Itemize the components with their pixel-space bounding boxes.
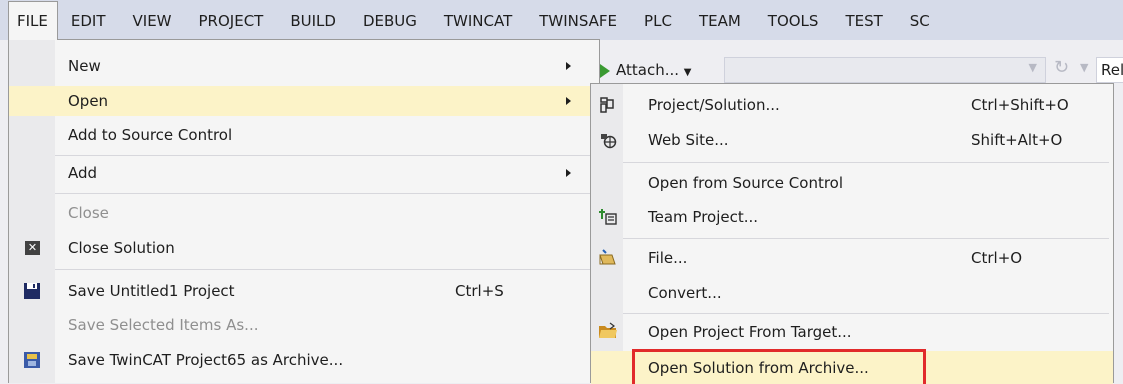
- menu-item-open[interactable]: Open: [9, 86, 599, 116]
- menu-item-label: Save TwinCAT Project65 as Archive...: [68, 351, 344, 369]
- chevron-down-icon[interactable]: ▼: [1080, 61, 1088, 74]
- menu-tools[interactable]: TOOLS: [755, 2, 833, 40]
- folder-open-icon: [598, 322, 618, 344]
- menu-item-label: Team Project...: [648, 208, 759, 226]
- menu-item-add[interactable]: Add: [9, 158, 599, 188]
- menu-separator: [55, 155, 593, 156]
- menu-item-label: Add to Source Control: [68, 126, 233, 144]
- menu-item-close-solution[interactable]: ✕ Close Solution: [9, 233, 599, 263]
- submenu-arrow-icon: [566, 169, 571, 177]
- menu-item-shortcut: Ctrl+O: [971, 249, 1023, 267]
- menu-item-add-to-source-control[interactable]: Add to Source Control: [9, 120, 599, 150]
- menu-separator: [623, 313, 1109, 314]
- attach-button[interactable]: Attach... ▼: [616, 57, 692, 83]
- menu-item-label: New: [68, 57, 101, 75]
- menu-item-close[interactable]: Close: [9, 198, 599, 228]
- menu-item-label: Add: [68, 164, 98, 182]
- menu-item-label: Close Solution: [68, 239, 175, 257]
- menu-separator: [623, 162, 1109, 163]
- menu-twincat[interactable]: TWINCAT: [431, 2, 526, 40]
- project-solution-icon: [599, 96, 615, 118]
- menu-item-open-project-from-target[interactable]: Open Project From Target...: [591, 316, 1113, 348]
- menu-sc[interactable]: SC: [897, 2, 944, 40]
- menu-separator: [55, 193, 593, 194]
- close-solution-icon: ✕: [25, 241, 40, 255]
- menu-item-label: Open: [68, 92, 109, 110]
- menu-separator: [623, 238, 1109, 239]
- menu-item-new[interactable]: New: [9, 51, 599, 81]
- menu-item-shortcut: Ctrl+S: [455, 282, 504, 300]
- chevron-down-icon: ▼: [683, 67, 692, 78]
- save-icon: [24, 283, 40, 303]
- team-project-icon: [599, 208, 617, 230]
- submenu-arrow-icon: [566, 97, 571, 105]
- menu-team[interactable]: TEAM: [686, 2, 755, 40]
- attach-label: Attach...: [616, 61, 680, 79]
- menu-item-save-selected-as[interactable]: Save Selected Items As...: [9, 310, 599, 340]
- file-menu: New Open Add to Source Control Add Close…: [8, 39, 600, 383]
- menu-item-label: Project/Solution...: [648, 96, 780, 114]
- target-combo[interactable]: ▼: [724, 57, 1046, 83]
- menu-test[interactable]: TEST: [832, 2, 896, 40]
- menu-item-label: Convert...: [648, 284, 722, 302]
- menu-debug[interactable]: DEBUG: [350, 2, 431, 40]
- menu-item-label: Web Site...: [648, 131, 729, 149]
- refresh-icon[interactable]: ↻: [1054, 57, 1069, 78]
- menu-twinsafe[interactable]: TWINSAFE: [526, 2, 631, 40]
- menu-item-web-site[interactable]: Web Site... Shift+Alt+O: [591, 124, 1113, 156]
- menu-item-shortcut: Shift+Alt+O: [971, 131, 1063, 149]
- menu-item-save-as-archive[interactable]: Save TwinCAT Project65 as Archive...: [9, 345, 599, 375]
- web-site-icon: [599, 131, 617, 153]
- menu-item-label: Open Project From Target...: [648, 323, 852, 341]
- menu-bar: FILE EDIT VIEW PROJECT BUILD DEBUG TWINC…: [0, 0, 1123, 40]
- menu-edit[interactable]: EDIT: [58, 2, 120, 40]
- menu-item-open-from-source-control[interactable]: Open from Source Control: [591, 167, 1113, 199]
- menu-item-label: Save Selected Items As...: [68, 316, 259, 334]
- menu-item-label: Open from Source Control: [648, 174, 844, 192]
- configuration-select[interactable]: Release: [1096, 57, 1123, 83]
- file-open-icon: [599, 249, 617, 271]
- menu-file[interactable]: FILE: [8, 1, 58, 40]
- menu-view[interactable]: VIEW: [120, 2, 186, 40]
- menu-item-convert[interactable]: Convert...: [591, 277, 1113, 309]
- menu-item-file[interactable]: File... Ctrl+O: [591, 242, 1113, 274]
- submenu-arrow-icon: [566, 62, 571, 70]
- open-submenu: Project/Solution... Ctrl+Shift+O Web Sit…: [590, 83, 1114, 384]
- menu-item-label: File...: [648, 249, 688, 267]
- archive-save-icon: [23, 351, 41, 373]
- menu-item-save-project[interactable]: Save Untitled1 Project Ctrl+S: [9, 276, 599, 306]
- menu-project[interactable]: PROJECT: [186, 2, 278, 40]
- menu-build[interactable]: BUILD: [277, 2, 350, 40]
- run-arrow-icon[interactable]: [600, 64, 610, 78]
- menu-item-shortcut: Ctrl+Shift+O: [971, 96, 1069, 114]
- menu-item-label: Close: [68, 204, 109, 222]
- annotation-highlight-box: [632, 349, 926, 384]
- menu-plc[interactable]: PLC: [631, 2, 686, 40]
- menu-item-project-solution[interactable]: Project/Solution... Ctrl+Shift+O: [591, 89, 1113, 121]
- menu-separator: [55, 269, 593, 270]
- chevron-down-icon: ▼: [1028, 61, 1037, 74]
- menu-item-label: Save Untitled1 Project: [68, 282, 235, 300]
- menu-item-team-project[interactable]: Team Project...: [591, 201, 1113, 233]
